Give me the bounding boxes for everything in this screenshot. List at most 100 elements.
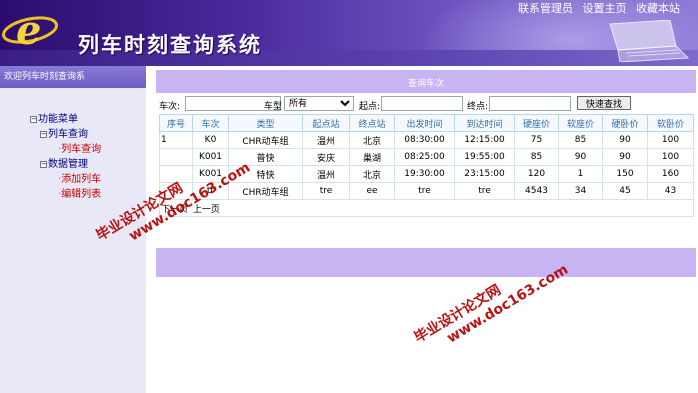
table-cell: 08:25:00 [394, 148, 455, 166]
table-cell: K001 [192, 165, 229, 183]
table-cell: 85 [558, 131, 603, 149]
table-cell: 安庆 [302, 148, 350, 166]
top-links: 联系管理员 设置主页 收藏本站 [512, 0, 680, 16]
table-cell: CHR动车组 [228, 182, 303, 200]
column-header: 硬卧价 [602, 114, 648, 132]
tree-item-edit-list[interactable]: ·编辑列表 [30, 187, 146, 202]
table-cell: tre [454, 182, 515, 200]
table-cell: K0 [192, 131, 229, 149]
collapse-icon[interactable]: − [30, 116, 37, 123]
contact-admin-link[interactable]: 联系管理员 [518, 2, 573, 15]
end-label: 终点: [467, 102, 489, 112]
column-header: 出发时间 [394, 114, 455, 132]
pager: 下一页 上一页 [159, 199, 694, 217]
set-homepage-link[interactable]: 设置主页 [583, 2, 627, 15]
table-cell: CHR动车组 [228, 131, 303, 149]
table-cell: 90 [602, 131, 648, 149]
table-cell: K001 [192, 148, 229, 166]
start-label: 起点: [359, 102, 381, 112]
table-cell: 19:30:00 [394, 165, 455, 183]
column-header: 软座价 [558, 114, 603, 132]
table-cell: 巢湖 [349, 148, 395, 166]
tree-group-train-query[interactable]: − 列车查询 [30, 127, 146, 142]
table-cell: 90 [558, 148, 603, 166]
table-cell: 12:15:00 [454, 131, 515, 149]
table-cell: 1 [159, 131, 193, 149]
table-header-row: 序号 车次 类型 起点站 终点站 出发时间 到达时间 硬座价 软座价 硬卧价 软… [159, 114, 694, 132]
sidebar: 欢迎列车时刻查询系 − 功能菜单 − 列车查询 ·列车查询 − 数据管理 ·添加… [0, 66, 146, 393]
table-cell: 90 [602, 148, 648, 166]
function-tree: − 功能菜单 − 列车查询 ·列车查询 − 数据管理 ·添加列车 ·编辑列表 [30, 112, 146, 202]
table-cell: 1 [558, 165, 603, 183]
table-cell: 08:30:00 [394, 131, 455, 149]
table-cell: ee [349, 182, 395, 200]
quick-search-button[interactable]: 快速查找 [577, 96, 631, 110]
type-label: 车型 [264, 102, 283, 112]
table-cell: 温州 [302, 165, 350, 183]
table-cell: 75 [514, 131, 559, 149]
end-station-input[interactable] [489, 96, 571, 111]
column-header: 硬座价 [514, 114, 559, 132]
sidebar-welcome: 欢迎列车时刻查询系 [0, 66, 146, 88]
laptop-icon [609, 20, 690, 62]
column-header: 终点站 [349, 114, 395, 132]
table-cell: 普快 [228, 148, 303, 166]
table-cell [159, 165, 193, 183]
table-cell [159, 182, 193, 200]
table-cell [159, 148, 193, 166]
tree-item-label: 列车查询 [61, 144, 102, 155]
app-window: e 列车时刻查询系统 联系管理员 设置主页 收藏本站 欢迎列车时刻查询系 − 功… [0, 0, 698, 393]
tree-root-label: 功能菜单 [38, 114, 78, 125]
tree-group-data-manage[interactable]: − 数据管理 [30, 157, 146, 172]
table-row: 1 K0 CHR动车组 温州 北京 08:30:00 12:15:00 75 85 90 100 [159, 131, 694, 149]
train-table: 序号 车次 类型 起点站 终点站 出发时间 到达时间 硬座价 软座价 硬卧价 软… [159, 114, 694, 217]
table-cell: 150 [602, 165, 648, 183]
table-cell: 19:55:00 [454, 148, 515, 166]
train-type-select[interactable]: 所有 [284, 96, 354, 111]
start-station-input[interactable] [381, 96, 463, 111]
table-cell: 特快 [228, 165, 303, 183]
tree-item-add-train[interactable]: ·添加列车 [30, 172, 146, 187]
tree-item-train-query[interactable]: ·列车查询 [30, 142, 146, 157]
column-header: 到达时间 [454, 114, 515, 132]
train-no-label: 车次: [159, 102, 181, 112]
table-cell: 160 [647, 165, 694, 183]
next-page-link[interactable]: 下一页 [161, 205, 188, 215]
table-cell: tre [394, 182, 455, 200]
table-cell: 85 [514, 148, 559, 166]
tree-root[interactable]: − 功能菜单 [30, 112, 146, 127]
table-cell: 43 [647, 182, 694, 200]
watermark-text: 毕业设计论文网 [411, 282, 504, 347]
table-cell: 4543 [514, 182, 559, 200]
e-logo-icon: e [2, 7, 59, 52]
pager-row: 下一页 上一页 [159, 199, 694, 217]
svg-text:e: e [16, 7, 41, 52]
tree-item-label: 添加列车 [61, 174, 102, 185]
collapse-icon[interactable]: − [40, 131, 47, 138]
query-panel: 查询车次 车次: 车型 所有 起点: 终点: 快速查找 序号 车次 类型 起点站… [156, 70, 696, 277]
table-row: K001 普快 安庆 巢湖 08:25:00 19:55:00 85 90 90 100 [159, 148, 694, 166]
bookmark-link[interactable]: 收藏本站 [636, 2, 680, 15]
tree-item-label: 编辑列表 [61, 189, 102, 200]
collapse-icon[interactable]: − [40, 161, 47, 168]
panel-footer [156, 248, 696, 277]
table-cell: 34 [558, 182, 603, 200]
panel-title: 查询车次 [156, 70, 696, 93]
table-cell: 120 [514, 165, 559, 183]
column-header: 软卧价 [647, 114, 694, 132]
table-cell: 北京 [349, 165, 395, 183]
page-title: 列车时刻查询系统 [78, 32, 262, 57]
table-cell: 温州 [302, 131, 350, 149]
tree-group-label: 列车查询 [48, 129, 88, 140]
table-cell: 100 [647, 131, 694, 149]
tree-group-label: 数据管理 [48, 159, 88, 170]
table-cell: tre [302, 182, 350, 200]
header-banner: e 列车时刻查询系统 联系管理员 设置主页 收藏本站 [0, 0, 698, 66]
prev-page-link[interactable]: 上一页 [193, 205, 220, 215]
table-cell: 45 [602, 182, 648, 200]
table-row: K001 特快 温州 北京 19:30:00 23:15:00 120 1 150 160 [159, 165, 694, 183]
table-cell: 23:15:00 [454, 165, 515, 183]
table-row: tr CHR动车组 tre ee tre tre 4543 34 45 43 [159, 182, 694, 200]
table-cell: 北京 [349, 131, 395, 149]
column-header: 类型 [228, 114, 303, 132]
